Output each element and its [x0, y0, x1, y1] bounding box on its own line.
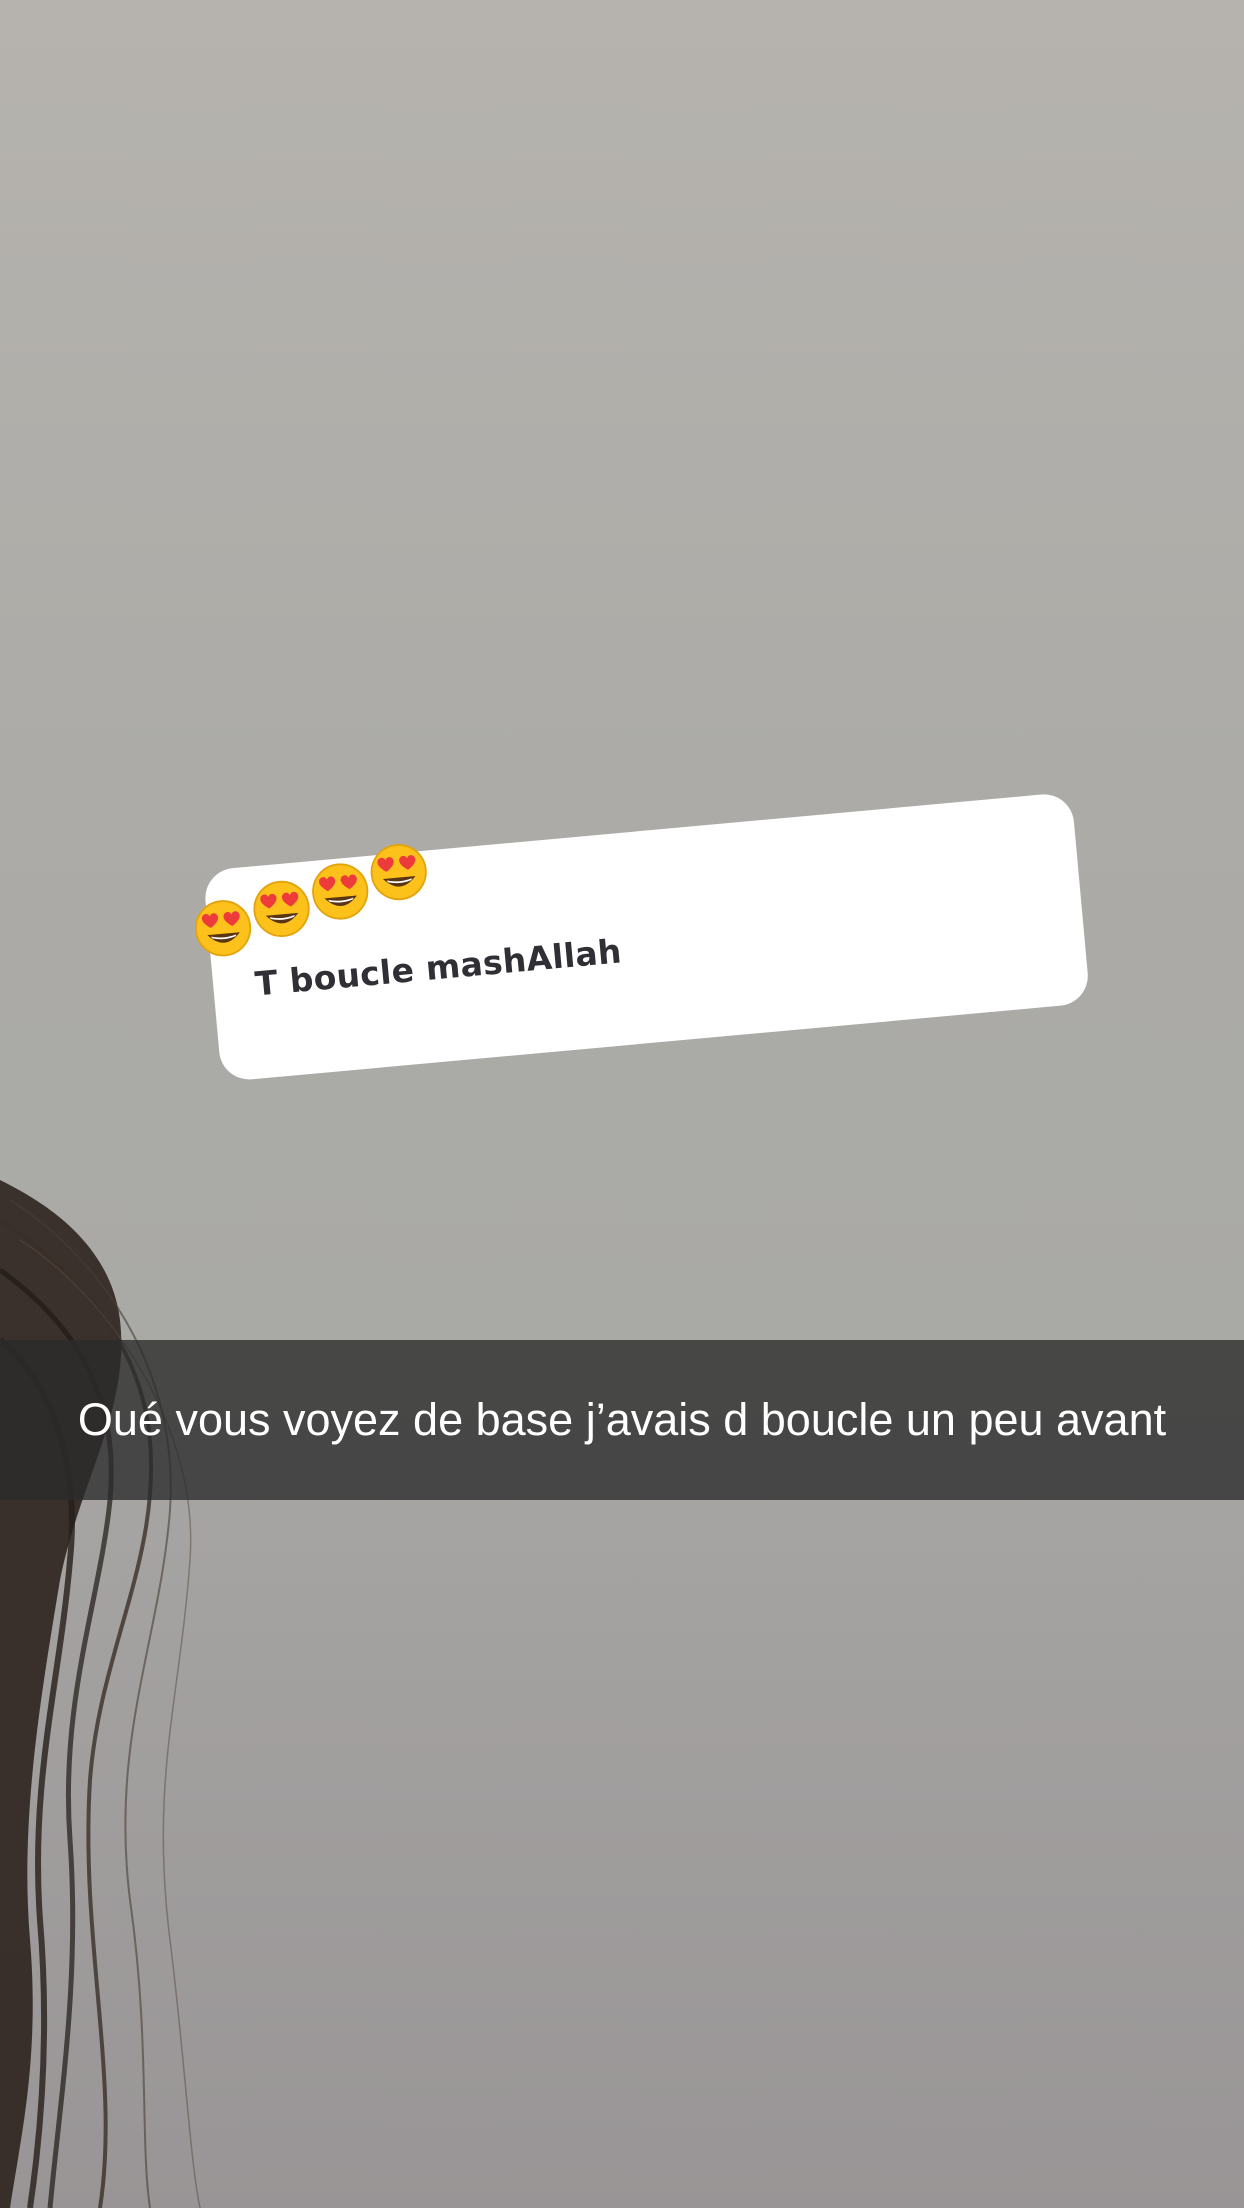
heart-eyes-emoji-icon: [370, 844, 427, 901]
heart-eyes-emoji-icon: [312, 863, 369, 920]
heart-eyes-emoji-icon: [253, 880, 310, 937]
heart-eyes-emoji-icon: [194, 900, 252, 957]
emoji-row: [192, 844, 434, 959]
caption-bar[interactable]: Oué vous voyez de base j’avais d boucle …: [0, 1340, 1244, 1500]
hair-strands: [0, 1180, 201, 2208]
story-photo: [0, 0, 1244, 2208]
caption-text: Oué vous voyez de base j’avais d boucle …: [77, 1394, 1167, 1445]
